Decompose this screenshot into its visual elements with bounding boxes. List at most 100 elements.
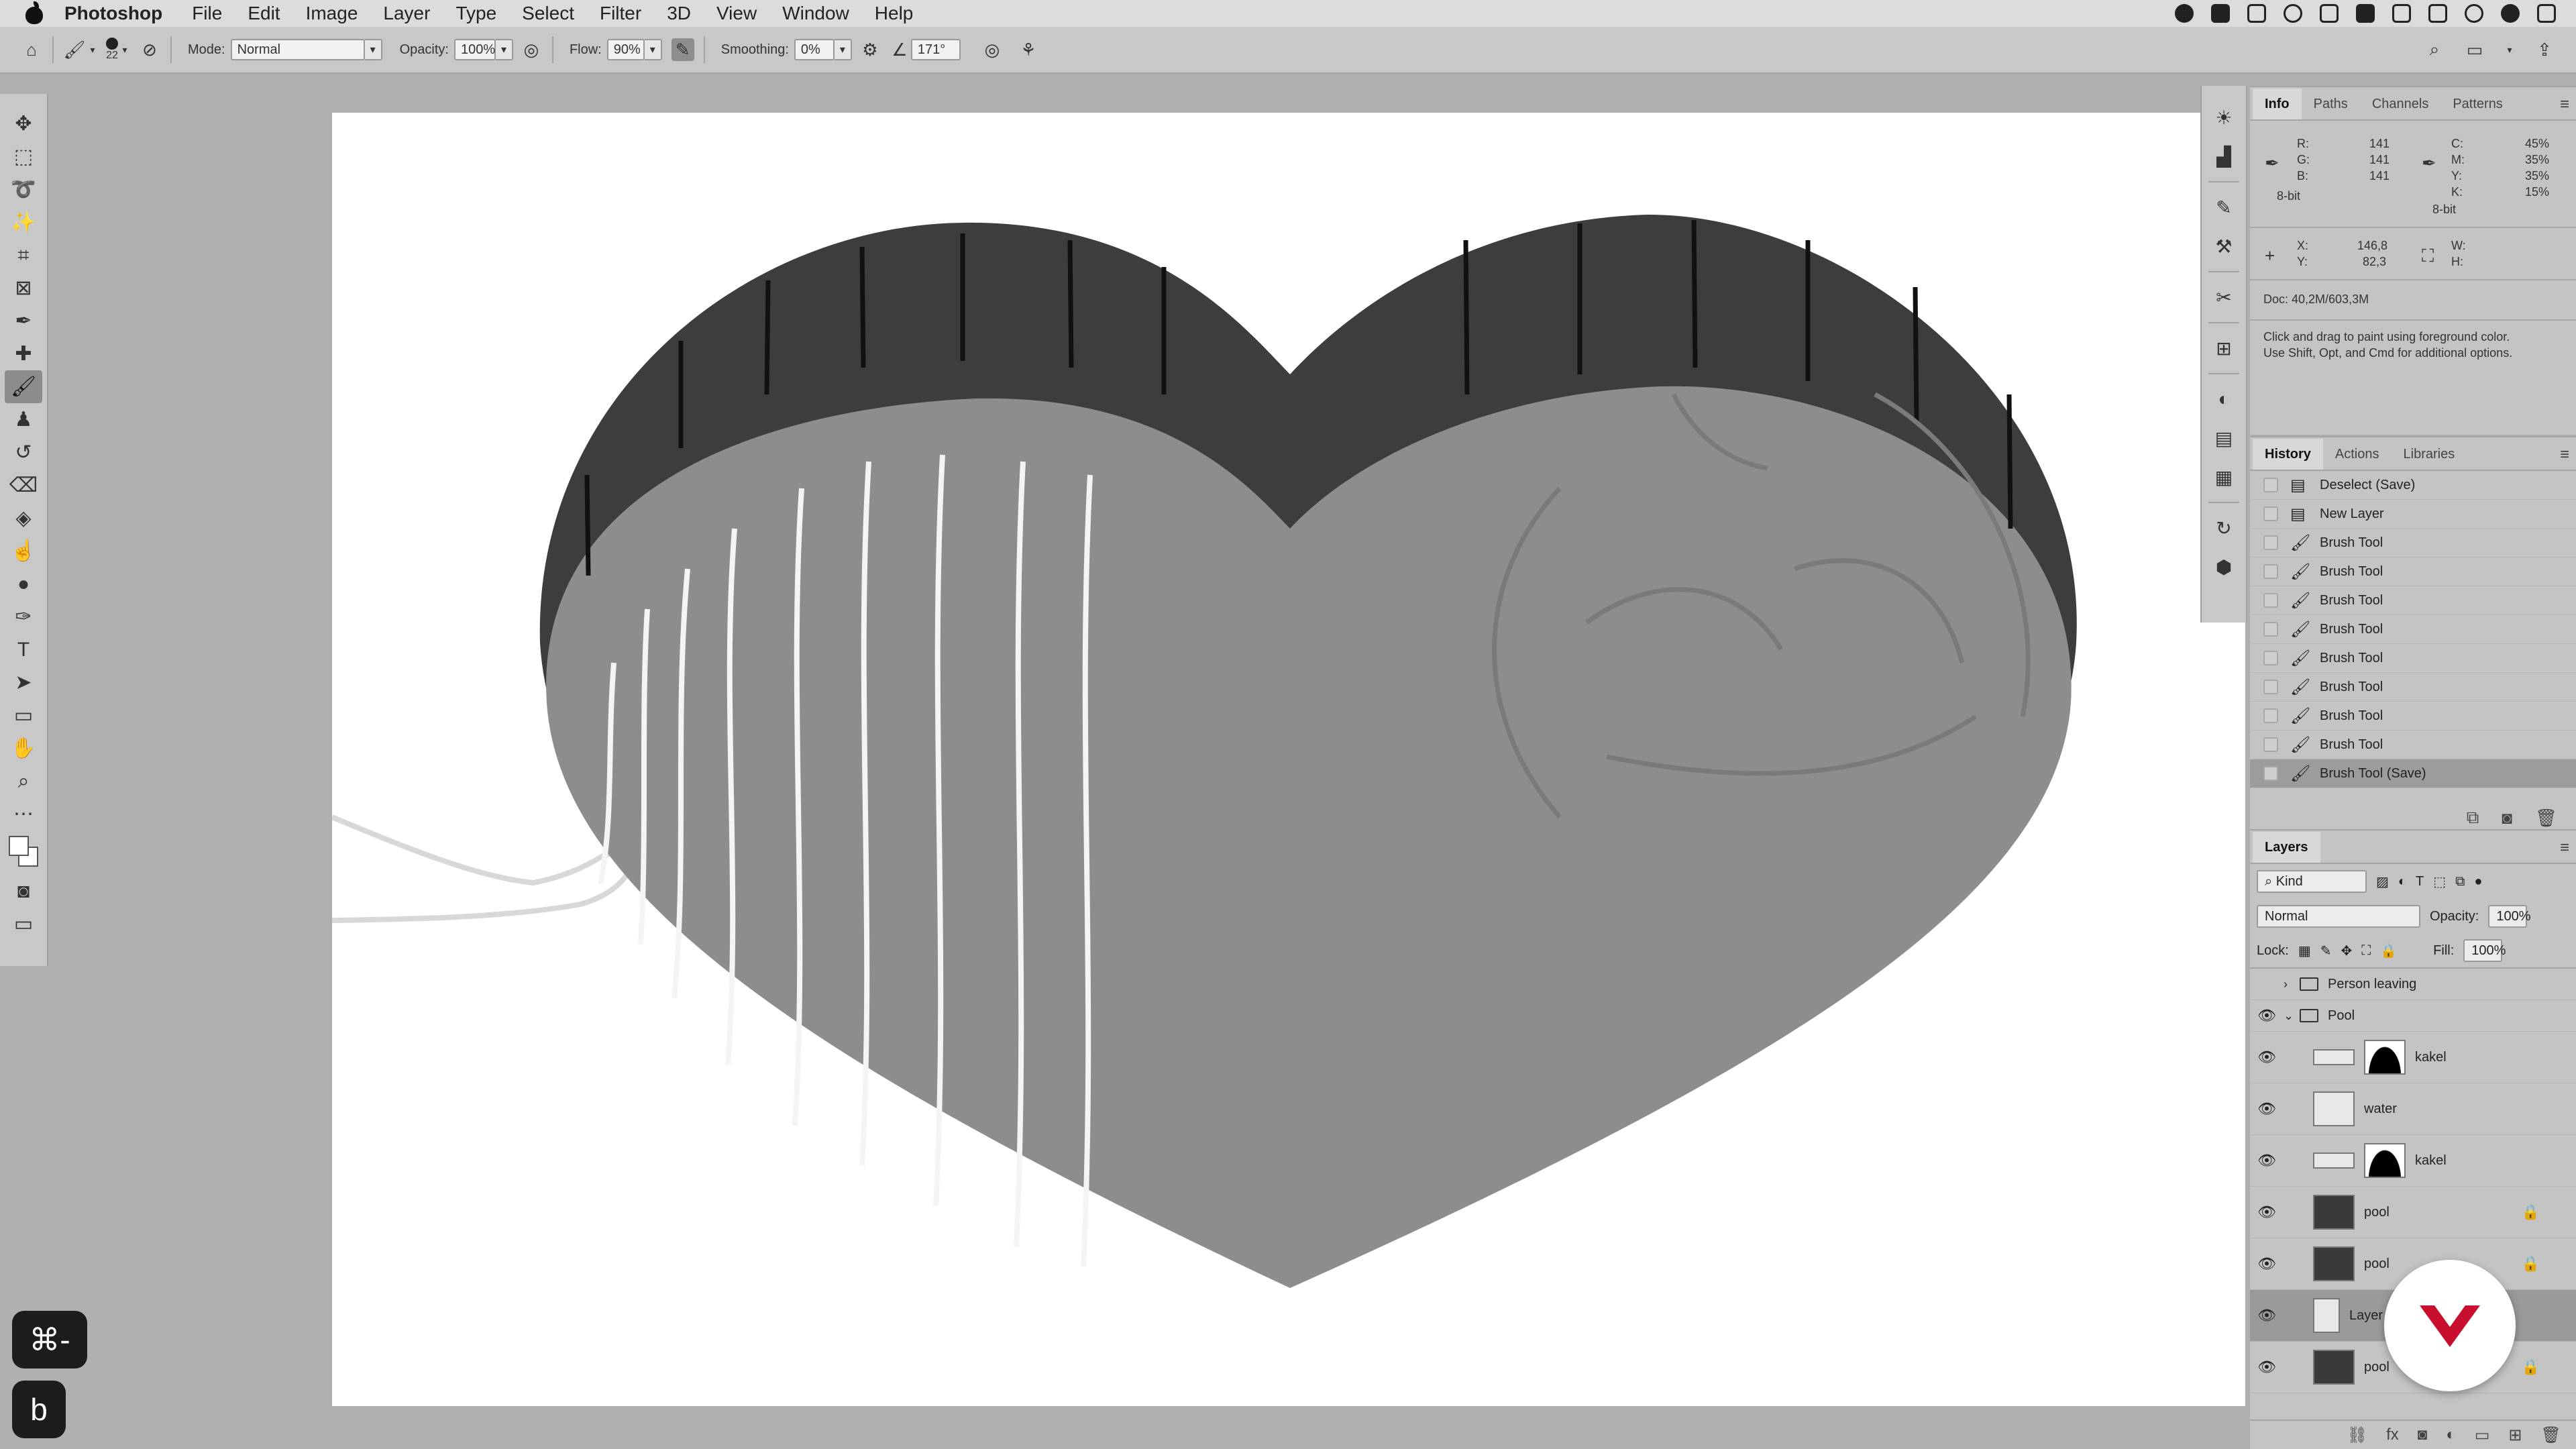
snapshot-camera-icon[interactable]: ◙	[2502, 808, 2512, 828]
more-tools-icon[interactable]: ⋯	[5, 798, 42, 830]
eye-icon[interactable]: 👁	[2250, 1152, 2284, 1169]
home-icon[interactable]: ⌂	[20, 38, 43, 61]
histogram-icon[interactable]: ▟	[2207, 137, 2241, 176]
history-item[interactable]: 🖌 Brush Tool	[2250, 731, 2576, 759]
layer-row[interactable]: 👁 pool 🔒	[2250, 1187, 2576, 1238]
menu-help[interactable]: Help	[875, 3, 914, 24]
history-item[interactable]: 🖌 Brush Tool	[2250, 529, 2576, 557]
panel-menu-icon[interactable]: ≡	[2560, 445, 2569, 464]
chevron-down-icon[interactable]: ▾	[2504, 38, 2516, 61]
type-tool-icon[interactable]: T	[5, 633, 42, 666]
tab-layers[interactable]: Layers	[2253, 832, 2320, 863]
history-snapshot-checkbox[interactable]	[2263, 564, 2278, 579]
chevron-down-icon[interactable]: ▾	[118, 38, 131, 61]
keyboard-icon[interactable]	[2356, 4, 2375, 23]
magic-wand-tool-icon[interactable]: ✨	[5, 206, 42, 239]
tab-paths[interactable]: Paths	[2302, 89, 2360, 119]
panel-menu-icon[interactable]: ≡	[2560, 95, 2569, 114]
smart-object-filter-icon[interactable]: ⧉	[2455, 874, 2465, 890]
tab-history[interactable]: History	[2253, 439, 2323, 470]
tab-channels[interactable]: Channels	[2360, 89, 2441, 119]
history-item[interactable]: ▤ Deselect (Save)	[2250, 471, 2576, 500]
chevron-down-icon[interactable]: ▾	[364, 39, 382, 60]
pressure-opacity-icon[interactable]: ◎	[520, 38, 543, 61]
history-snapshot-checkbox[interactable]	[2263, 593, 2278, 608]
chevron-right-icon[interactable]: ›	[2284, 977, 2300, 991]
opacity-input[interactable]: 100%	[453, 39, 496, 60]
trash-icon[interactable]: 🗑	[2535, 808, 2557, 828]
bookmark-icon[interactable]	[2320, 4, 2339, 23]
history-item[interactable]: 🖌 Brush Tool	[2250, 702, 2576, 731]
layer-opacity-input[interactable]: 100%	[2488, 905, 2531, 928]
crop-tool-icon[interactable]: ⌗	[5, 239, 42, 272]
lock-artboard-icon[interactable]: ⛶	[2361, 943, 2371, 959]
rotate-icon[interactable]: ↻	[2207, 508, 2241, 547]
adjustment-layer-icon[interactable]: ◐	[2446, 1426, 2456, 1444]
record-icon[interactable]	[2175, 4, 2194, 23]
clone-stamp-tool-icon[interactable]: ♟	[5, 403, 42, 436]
paint-bucket-tool-icon[interactable]: ◈	[5, 502, 42, 535]
airbrush-icon[interactable]: ✎	[671, 38, 694, 61]
history-snapshot-checkbox[interactable]	[2263, 708, 2278, 723]
tab-patterns[interactable]: Patterns	[2440, 89, 2514, 119]
tab-actions[interactable]: Actions	[2323, 439, 2392, 470]
layer-mask-thumbnail[interactable]	[2364, 1040, 2406, 1075]
menu-filter[interactable]: Filter	[600, 3, 641, 24]
color-icon[interactable]: ◐	[2207, 380, 2241, 419]
brush-settings-icon[interactable]: ⊘	[138, 38, 161, 61]
eye-icon[interactable]: 👁	[2250, 1049, 2284, 1066]
shape-filter-icon[interactable]: ⬚	[2433, 873, 2446, 890]
gradients-icon[interactable]: ▤	[2207, 419, 2241, 458]
chevron-down-icon[interactable]: ▾	[834, 39, 852, 60]
brush-preset-icon[interactable]: 🖌	[63, 38, 86, 61]
history-snapshot-checkbox[interactable]	[2263, 506, 2278, 521]
lock-pixels-icon[interactable]: ✎	[2320, 943, 2332, 959]
history-item[interactable]: 🖌 Brush Tool	[2250, 586, 2576, 615]
brush-size-picker[interactable]: 22	[106, 38, 118, 62]
share-icon[interactable]: ⇪	[2533, 38, 2556, 61]
dropbox-icon[interactable]	[2247, 4, 2266, 23]
eraser-tool-icon[interactable]: ⌫	[5, 469, 42, 502]
layer-mask-thumbnail[interactable]	[2364, 1143, 2406, 1178]
history-item[interactable]: 🖌 Brush Tool	[2250, 557, 2576, 586]
history-item[interactable]: 🖌 Brush Tool	[2250, 615, 2576, 644]
app-tray-icon[interactable]	[2211, 4, 2230, 23]
rectangle-tool-icon[interactable]: ▭	[5, 699, 42, 732]
marquee-tool-icon[interactable]: ⬚	[5, 140, 42, 173]
tab-info[interactable]: Info	[2253, 89, 2302, 119]
tool-presets-icon[interactable]: ✂	[2207, 278, 2241, 317]
swatches-icon[interactable]: ▦	[2207, 458, 2241, 496]
apple-icon[interactable]	[24, 1, 44, 24]
layer-group-row[interactable]: › Person leaving	[2250, 969, 2576, 1000]
eyedropper-tool-icon[interactable]: ✒	[5, 305, 42, 337]
eye-icon[interactable]: 👁	[2250, 1203, 2284, 1221]
filter-toggle-icon[interactable]: ●	[2474, 874, 2482, 890]
symmetry-icon[interactable]: ⚘	[1017, 38, 1040, 61]
chevron-down-icon[interactable]: ▾	[644, 39, 662, 60]
layer-kind-filter[interactable]: ⌕ Kind	[2257, 870, 2367, 893]
smoothing-input[interactable]: 0%	[794, 39, 835, 60]
lock-all-icon[interactable]: 🔒	[2380, 943, 2397, 959]
angle-input[interactable]: 171°	[910, 39, 961, 60]
document-canvas[interactable]	[332, 113, 2245, 1406]
gear-icon[interactable]: ⚙	[859, 38, 881, 61]
trash-icon[interactable]: 🗑	[2541, 1426, 2561, 1445]
lasso-tool-icon[interactable]: ➰	[5, 173, 42, 206]
new-group-icon[interactable]: ▭	[2475, 1426, 2490, 1445]
path-selection-tool-icon[interactable]: ➤	[5, 666, 42, 699]
panel-menu-icon[interactable]: ≡	[2560, 839, 2569, 857]
search-icon[interactable]: ⌕	[2423, 38, 2446, 61]
dodge-tool-icon[interactable]: ●	[5, 568, 42, 600]
mode-select[interactable]: Normal	[230, 39, 365, 60]
chevron-down-icon[interactable]: ▾	[86, 38, 99, 61]
history-snapshot-checkbox[interactable]	[2263, 680, 2278, 694]
lock-transparent-icon[interactable]: ▦	[2298, 943, 2311, 959]
history-snapshot-checkbox[interactable]	[2263, 651, 2278, 665]
3d-cube-icon[interactable]: ⬢	[2207, 547, 2241, 586]
layer-group-row[interactable]: 👁 ⌄ Pool	[2250, 1000, 2576, 1032]
eye-icon[interactable]: 👁	[2250, 1307, 2284, 1324]
eye-icon[interactable]: 👁	[2250, 1255, 2284, 1273]
pen-tool-icon[interactable]: ✑	[5, 600, 42, 633]
workspace-icon[interactable]: ▭	[2463, 38, 2486, 61]
brushes-icon[interactable]: ⚒	[2207, 227, 2241, 266]
